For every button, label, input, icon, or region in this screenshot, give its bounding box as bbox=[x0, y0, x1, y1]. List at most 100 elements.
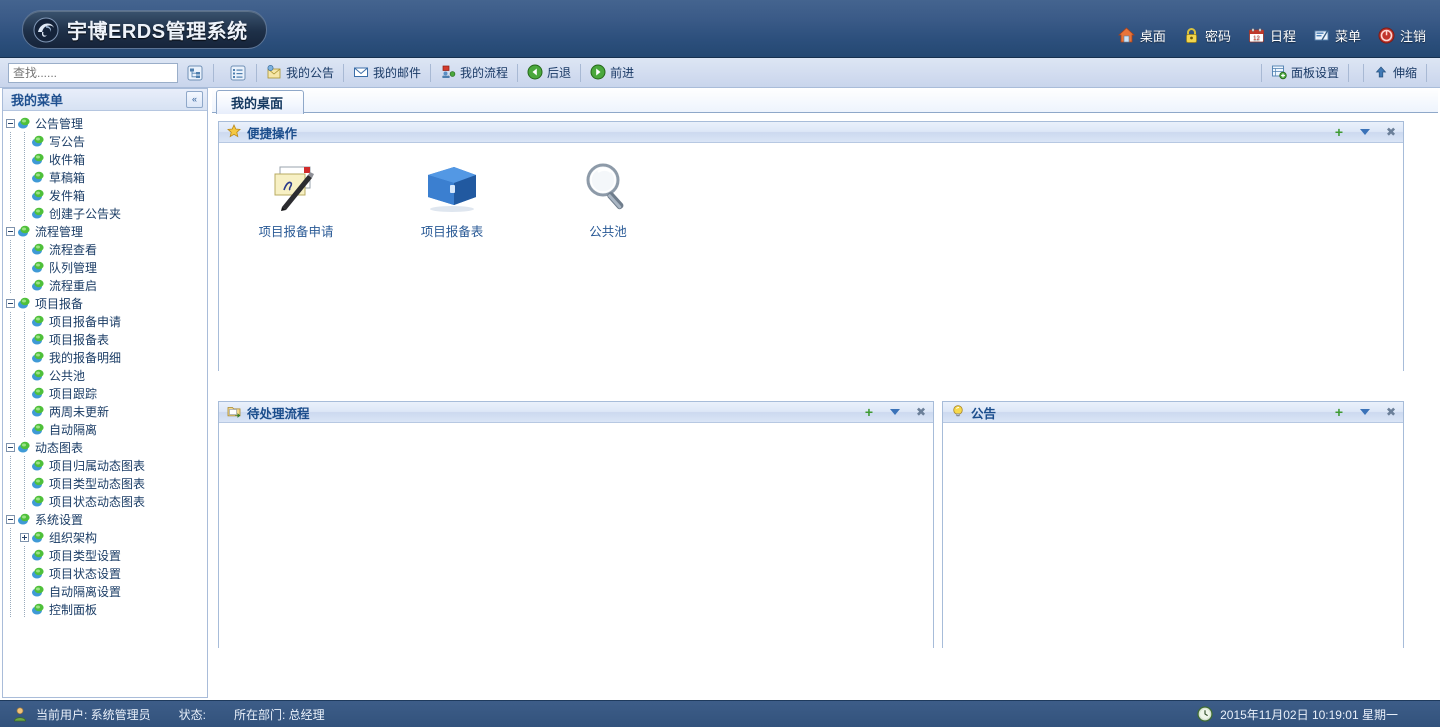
tree-item[interactable]: 项目报备 bbox=[3, 294, 207, 312]
tree-item[interactable]: 项目报备表 bbox=[3, 330, 207, 348]
note-pen-icon bbox=[270, 161, 322, 213]
tree-node-icon bbox=[31, 278, 45, 292]
toolbar-panel-settings[interactable]: 面板设置 bbox=[1269, 64, 1341, 81]
tree-item[interactable]: 项目状态动态图表 bbox=[3, 492, 207, 510]
shortcut-label: 项目报备申请 bbox=[258, 225, 334, 239]
toolbar-my-mail[interactable]: 我的邮件 bbox=[351, 64, 423, 81]
tree-toggle-minus-icon[interactable] bbox=[3, 222, 17, 240]
panel-collapse-icon[interactable] bbox=[889, 406, 901, 418]
tree-item[interactable]: 流程管理 bbox=[3, 222, 207, 240]
panel-add-icon[interactable]: + bbox=[1333, 125, 1345, 139]
tree-item-label: 自动隔离 bbox=[49, 422, 98, 437]
lock-icon bbox=[1183, 27, 1200, 44]
toolbar-label: 前进 bbox=[610, 66, 635, 80]
panel-add-icon[interactable]: + bbox=[863, 405, 875, 419]
toolbar-forward-button[interactable]: 前进 bbox=[588, 64, 636, 81]
tree-connector bbox=[17, 258, 31, 276]
panel-collapse-icon[interactable] bbox=[1359, 406, 1371, 418]
toolbar-right-group: 面板设置 伸缩 bbox=[1254, 63, 1434, 82]
tree-view-icon[interactable] bbox=[184, 62, 206, 84]
tree-connector bbox=[17, 420, 31, 438]
tree-connector bbox=[17, 240, 31, 258]
panel-title: 待处理流程 bbox=[247, 406, 310, 421]
tree-item[interactable]: 项目跟踪 bbox=[3, 384, 207, 402]
tree-toggle-minus-icon[interactable] bbox=[3, 438, 17, 456]
calendar-icon: 12 bbox=[1248, 27, 1265, 44]
main-toolbar: 我的公告 我的邮件 我的流程 bbox=[0, 58, 1440, 88]
tree-item-label: 项目报备 bbox=[35, 296, 84, 311]
tree-item-label: 项目报备申请 bbox=[49, 314, 122, 329]
tree-item[interactable]: 动态图表 bbox=[3, 438, 207, 456]
tree-item[interactable]: 公告管理 bbox=[3, 114, 207, 132]
tree-item[interactable]: 控制面板 bbox=[3, 600, 207, 618]
tree-item[interactable]: 写公告 bbox=[3, 132, 207, 150]
tree-item[interactable]: 我的报备明细 bbox=[3, 348, 207, 366]
shortcut-public-pool[interactable]: 公共池 bbox=[553, 161, 663, 240]
panel-close-icon[interactable]: ✖ bbox=[1385, 126, 1397, 138]
app-header: 宇博ERDS管理系统 桌面 密码 12 日程 菜单 注销 bbox=[0, 0, 1440, 58]
workflow-folder-icon bbox=[227, 404, 244, 421]
nav-item-desktop[interactable]: 桌面 bbox=[1117, 26, 1166, 45]
tree-toggle-minus-icon[interactable] bbox=[3, 294, 17, 312]
tree-connector bbox=[3, 564, 17, 582]
shortcut-project-filing-form[interactable]: 项目报备表 bbox=[397, 161, 507, 240]
shortcut-project-filing-apply[interactable]: 项目报备申请 bbox=[241, 161, 351, 240]
tree-toggle-plus-icon[interactable] bbox=[17, 528, 31, 546]
tree-node-icon bbox=[31, 242, 45, 256]
nav-item-menu[interactable]: 菜单 bbox=[1313, 26, 1361, 45]
toolbar-separator bbox=[256, 63, 257, 82]
tree-item[interactable]: 创建子公告夹 bbox=[3, 204, 207, 222]
tree-item[interactable]: 公共池 bbox=[3, 366, 207, 384]
tree-item[interactable]: 项目归属动态图表 bbox=[3, 456, 207, 474]
tree-item-label: 两周未更新 bbox=[49, 404, 110, 419]
toolbar-separator bbox=[517, 63, 519, 82]
tree-item-label: 自动隔离设置 bbox=[49, 584, 122, 599]
toolbar-separator bbox=[1362, 63, 1364, 82]
tree-item[interactable]: 两周未更新 bbox=[3, 402, 207, 420]
panel-close-icon[interactable]: ✖ bbox=[915, 406, 927, 418]
tree-item[interactable]: 组织架构 bbox=[3, 528, 207, 546]
tree-item[interactable]: 项目类型动态图表 bbox=[3, 474, 207, 492]
tree-item[interactable]: 项目报备申请 bbox=[3, 312, 207, 330]
tree-item[interactable]: 草稿箱 bbox=[3, 168, 207, 186]
tree-item[interactable]: 收件箱 bbox=[3, 150, 207, 168]
tree-item-label: 公共池 bbox=[49, 368, 86, 383]
tree-node-icon bbox=[17, 116, 31, 130]
tree-toggle-minus-icon[interactable] bbox=[3, 114, 17, 132]
tree-toggle-minus-icon[interactable] bbox=[3, 510, 17, 528]
tree-item[interactable]: 流程重启 bbox=[3, 276, 207, 294]
tree-item[interactable]: 项目状态设置 bbox=[3, 564, 207, 582]
tree-connector bbox=[17, 474, 31, 492]
nav-item-logout[interactable]: 注销 bbox=[1378, 26, 1426, 45]
tree-item[interactable]: 自动隔离 bbox=[3, 420, 207, 438]
tree-item[interactable]: 队列管理 bbox=[3, 258, 207, 276]
panel-close-icon[interactable]: ✖ bbox=[1385, 406, 1397, 418]
tree-item[interactable]: 流程查看 bbox=[3, 240, 207, 258]
toolbar-back-button[interactable]: 后退 bbox=[525, 64, 573, 81]
nav-item-schedule[interactable]: 12 日程 bbox=[1248, 26, 1296, 45]
double-chevron-left-icon[interactable]: « bbox=[186, 91, 203, 108]
toolbar-my-workflow[interactable]: 我的流程 bbox=[438, 64, 510, 81]
panel-collapse-icon[interactable] bbox=[1359, 126, 1371, 138]
tree-item-label: 草稿箱 bbox=[49, 170, 86, 185]
tree-connector bbox=[3, 312, 17, 330]
tree-item[interactable]: 自动隔离设置 bbox=[3, 582, 207, 600]
panel-quick-operations: 便捷操作 + ✖ 项目报备申请 项目报备表 公共池 bbox=[218, 121, 1404, 371]
status-bar: 当前用户: 系统管理员 状态: 所在部门: 总经理 2015年11月02日 10… bbox=[0, 700, 1440, 727]
panel-body bbox=[943, 423, 1403, 648]
toolbar-label: 我的邮件 bbox=[373, 66, 422, 80]
toolbar-my-announcements[interactable]: 我的公告 bbox=[264, 64, 336, 81]
tree-item[interactable]: 项目类型设置 bbox=[3, 546, 207, 564]
tab-my-desktop[interactable]: 我的桌面 bbox=[216, 90, 305, 114]
nav-item-password[interactable]: 密码 bbox=[1183, 26, 1231, 45]
blue-book-icon bbox=[424, 161, 480, 213]
panel-add-icon[interactable]: + bbox=[1333, 405, 1345, 419]
list-view-icon[interactable] bbox=[227, 62, 249, 84]
panel-body: 项目报备申请 项目报备表 公共池 bbox=[219, 143, 1403, 371]
tree-item[interactable]: 系统设置 bbox=[3, 510, 207, 528]
toolbar-label: 伸缩 bbox=[1392, 66, 1417, 80]
toolbar-collapse-toggle[interactable]: 伸缩 bbox=[1371, 64, 1419, 81]
tree-connector bbox=[3, 204, 17, 222]
search-input[interactable] bbox=[8, 62, 178, 83]
tree-item[interactable]: 发件箱 bbox=[3, 186, 207, 204]
